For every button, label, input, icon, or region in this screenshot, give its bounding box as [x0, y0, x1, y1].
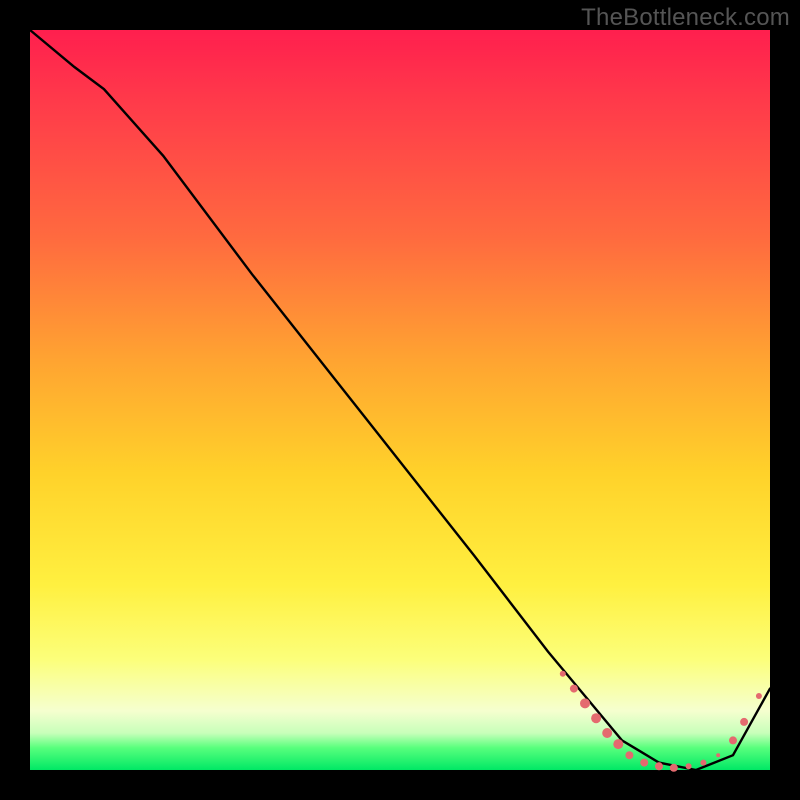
- highlight-dot: [580, 698, 590, 708]
- bottleneck-curve-path: [30, 30, 770, 770]
- highlight-dot: [602, 728, 612, 738]
- watermark-text: TheBottleneck.com: [581, 4, 790, 32]
- highlight-dot: [756, 693, 762, 699]
- highlight-dot: [740, 718, 748, 726]
- highlight-dot: [625, 751, 633, 759]
- highlight-dot: [686, 763, 692, 769]
- highlight-dot: [640, 759, 648, 767]
- chart-svg: [30, 30, 770, 770]
- chart-frame: TheBottleneck.com: [0, 0, 800, 800]
- highlight-dot: [570, 685, 578, 693]
- plot-area: [30, 30, 770, 770]
- highlight-dot: [729, 736, 737, 744]
- highlight-dot: [613, 739, 623, 749]
- highlight-dot: [591, 713, 601, 723]
- highlight-dot: [655, 762, 663, 770]
- highlight-dot: [700, 760, 706, 766]
- highlight-dot: [560, 671, 566, 677]
- highlight-dot: [670, 764, 678, 772]
- highlight-dot: [716, 753, 720, 757]
